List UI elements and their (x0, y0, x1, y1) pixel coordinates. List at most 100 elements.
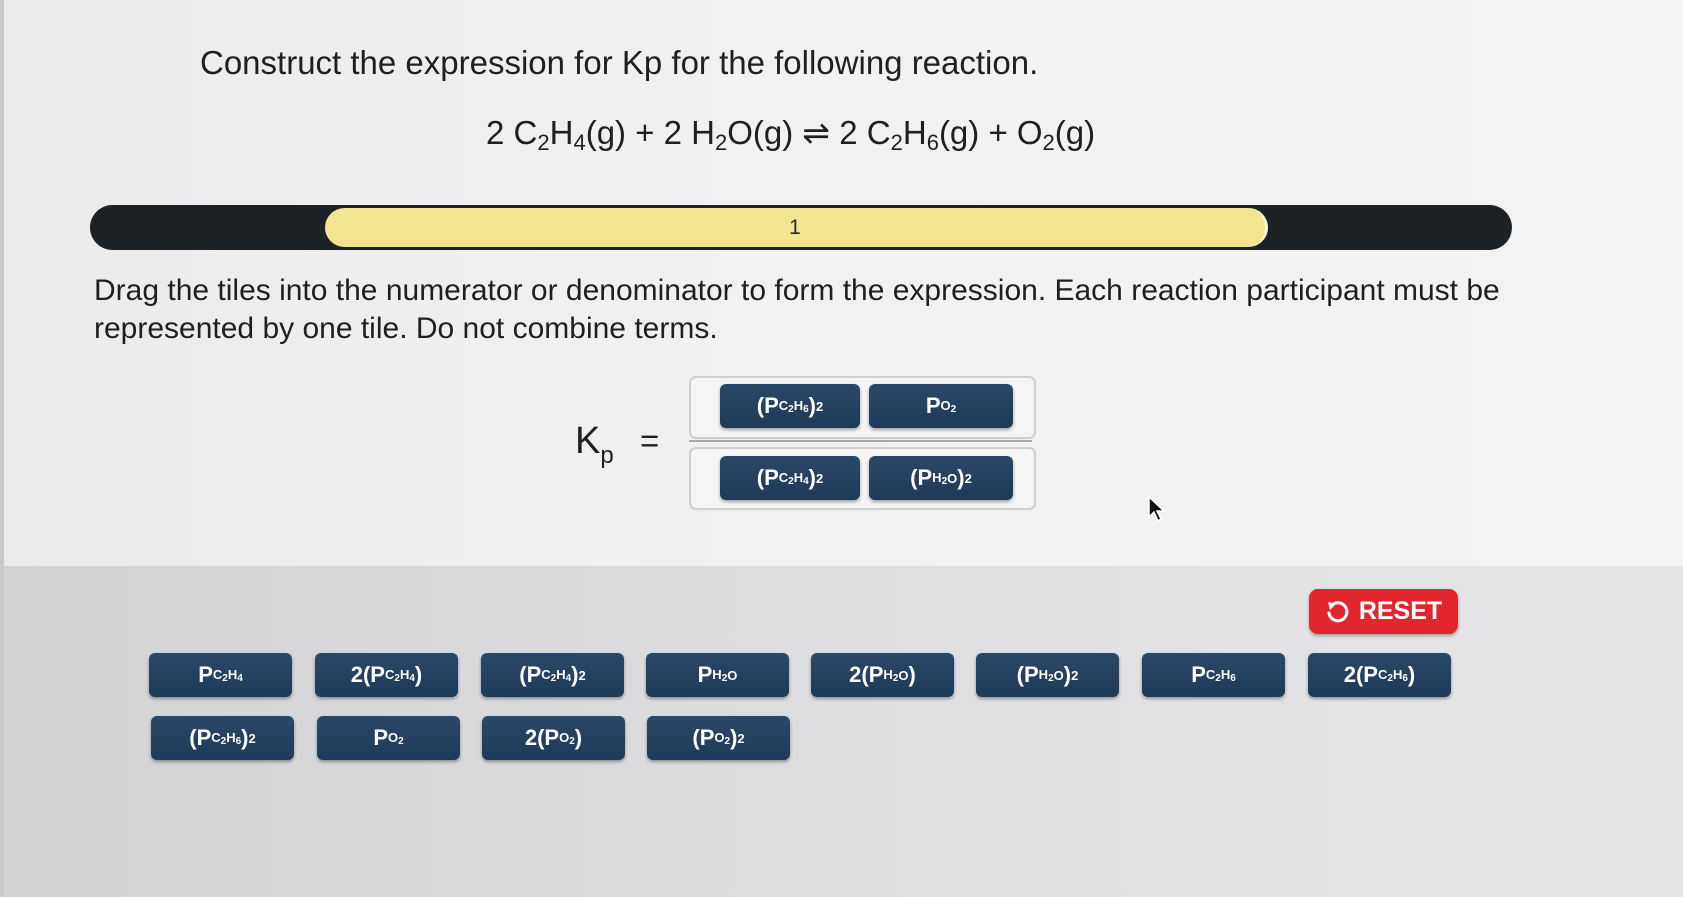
tile-text-part: 2(P (1343, 662, 1378, 687)
numerator-tile[interactable]: P O2 (869, 384, 1013, 428)
reaction-text: H (549, 114, 574, 151)
bank-tile[interactable]: 2(P C2 H6) (1308, 653, 1451, 697)
reaction-text: (g) + 2 H (585, 114, 715, 151)
tile-text-part: P (373, 725, 388, 750)
tile-text-part: C2 (211, 730, 226, 747)
tile-text-part: C2 (385, 667, 400, 684)
tile-text-part: C2 (1378, 667, 1393, 684)
reaction-subscript: 2 (890, 130, 903, 155)
tile-subscript-element: H (556, 666, 566, 682)
kp-subscript: p (600, 442, 614, 469)
tile-text-part: 2 (816, 470, 824, 486)
tile-subscript-element: H (932, 469, 942, 485)
tile-text-part: H6 (794, 398, 809, 415)
bank-tile[interactable]: (P O2) 2 (647, 716, 790, 760)
reaction-text: (g) (1054, 114, 1096, 151)
reaction-equation: 2 C2H4(g) + 2 H2O(g) ⇌ 2 C2H6(g) + O2(g) (486, 113, 1095, 156)
tile-text-part: O (947, 471, 957, 486)
tile-text-part: 2 (578, 667, 586, 683)
tile-text-part: H4 (400, 667, 415, 684)
bank-tile[interactable]: P O2 (317, 716, 460, 760)
tile-text-part: ) (808, 393, 816, 418)
reaction-subscript: 4 (573, 130, 586, 155)
window-edge (0, 0, 4, 897)
tile-text-part: O (898, 668, 908, 683)
tile-text-part: (P (756, 393, 779, 418)
tile-text-part: ) (571, 662, 579, 687)
reaction-subscript: 2 (1042, 130, 1055, 155)
tile-text-part: 2 (816, 398, 824, 414)
tile-text-part: O (1054, 668, 1064, 683)
tile-text-part: 2 (248, 730, 256, 746)
tile-text-part: ) (908, 662, 916, 687)
tile-subscript-element: H (399, 666, 410, 682)
tile-text-part: H2 (1039, 667, 1054, 684)
progress-bar: 1 (90, 205, 1512, 250)
tile-text-part: P (198, 662, 213, 687)
tile-text-part: ) (808, 465, 816, 490)
tile-subscript-element: C (778, 397, 789, 413)
tile-text-part: H6 (1393, 667, 1408, 684)
tile-subscript-element: O (940, 397, 951, 413)
tile-text-part: O2 (559, 730, 575, 747)
tile-text-part: H2 (932, 470, 947, 487)
tile-subscript-count: 4 (237, 672, 243, 684)
bank-tile[interactable]: P H2 O (646, 653, 789, 697)
tile-subscript-element: H (793, 397, 804, 413)
tile-subscript-element: H (712, 666, 722, 682)
tile-text-part: 2 (737, 730, 745, 746)
tile-subscript-element: H (1392, 666, 1403, 682)
tile-text-part: C2 (779, 470, 794, 487)
denominator-tile[interactable]: (P H2 O) 2 (869, 456, 1013, 500)
bank-tile[interactable]: (P H2 O) 2 (976, 653, 1119, 697)
tile-subscript-element: H (793, 469, 804, 485)
tile-text-part: O (727, 668, 737, 683)
reaction-subscript: 6 (926, 130, 939, 155)
tile-subscript-count: 2 (398, 735, 404, 747)
tile-subscript-element: C (778, 469, 789, 485)
tile-subscript-element: O (714, 729, 725, 745)
numerator-tile[interactable]: (P C2 H6) 2 (720, 384, 860, 428)
undo-arrow-icon (1327, 600, 1349, 622)
tile-subscript-element: C (211, 729, 221, 745)
equals-sign: = (640, 422, 660, 459)
denominator-tile[interactable]: (P C2 H4) 2 (720, 456, 860, 500)
tile-text-part: H4 (228, 667, 243, 684)
reaction-text: 2 C (486, 114, 538, 151)
bank-tile[interactable]: 2(P C2 H4) (315, 653, 458, 697)
bank-tile[interactable]: (P C2 H4) 2 (481, 653, 624, 697)
bank-tile[interactable]: P C2 H6 (1142, 653, 1285, 697)
tile-subscript-element: C (1378, 666, 1388, 682)
tile-subscript-element: H (1038, 666, 1049, 682)
tile-text-part: H6 (226, 730, 241, 747)
tile-subscript-element: C (212, 666, 223, 682)
reset-label: RESET (1358, 597, 1443, 625)
progress-label: 1 (789, 216, 801, 239)
bank-tile[interactable]: 2(P H2 O) (811, 653, 954, 697)
tile-text-part: P (925, 393, 941, 418)
mouse-pointer-icon (1148, 495, 1166, 523)
tile-text-part: 2 (964, 470, 972, 486)
tile-text-part: (P (189, 725, 212, 750)
bank-tile[interactable]: (P C2 H6) 2 (151, 716, 294, 760)
bank-tile[interactable]: 2(P O2) (482, 716, 625, 760)
tile-subscript-element: C (385, 666, 395, 682)
tile-subscript-element: O (559, 729, 570, 745)
tile-text-part: (P (1016, 662, 1039, 687)
tile-subscript-count: 2 (950, 403, 957, 415)
tile-subscript-element: O (898, 667, 909, 683)
tile-text-part: ) (414, 662, 423, 687)
tile-text-part: H2 (712, 667, 727, 684)
tile-text-part: H4 (794, 470, 809, 487)
reset-button[interactable]: RESET (1309, 589, 1458, 634)
bank-tile[interactable]: P C2 H4 (149, 653, 292, 697)
reaction-text: H (902, 114, 927, 151)
tile-subscript-element: H (1220, 666, 1231, 682)
tile-subscript-element: H (883, 666, 893, 682)
tile-text-part: ) (1063, 662, 1072, 687)
tile-text-part: H4 (556, 667, 571, 684)
tile-text-part: ) (730, 725, 738, 750)
tile-text-part: P (697, 662, 713, 687)
tile-text-part: (P (756, 465, 779, 490)
tile-text-part: ) (574, 725, 583, 750)
